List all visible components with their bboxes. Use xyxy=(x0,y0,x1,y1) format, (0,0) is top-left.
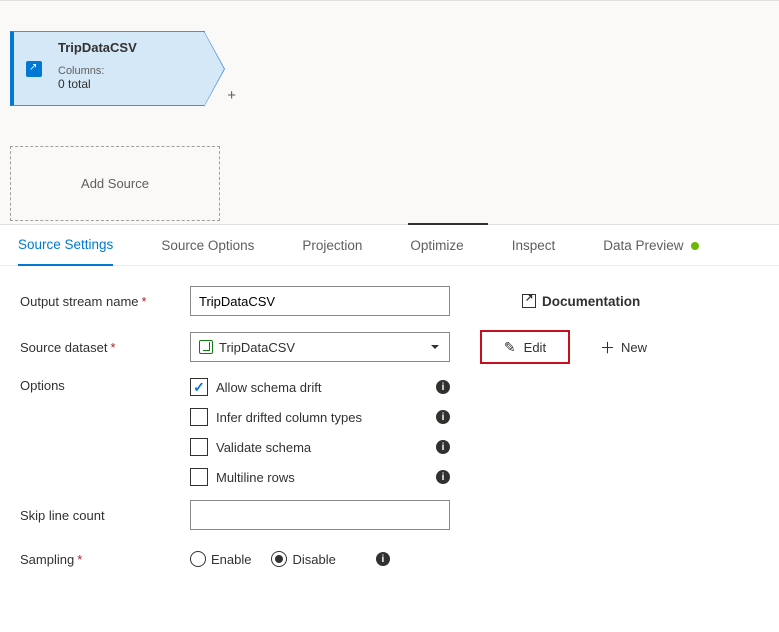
info-icon[interactable]: i xyxy=(436,380,450,394)
multiline-rows-checkbox[interactable] xyxy=(190,468,208,486)
external-link-icon xyxy=(522,294,536,308)
allow-schema-drift-label: Allow schema drift xyxy=(216,380,321,395)
source-node[interactable]: + TripDataCSV Columns: 0 total xyxy=(10,31,205,106)
sampling-disable-radio[interactable] xyxy=(271,551,287,567)
source-node-columns-label: Columns: xyxy=(58,65,200,77)
tab-projection[interactable]: Projection xyxy=(302,226,362,265)
dataset-icon xyxy=(199,340,213,354)
multiline-rows-label: Multiline rows xyxy=(216,470,295,485)
source-dataset-label: Source dataset* xyxy=(20,340,190,355)
sampling-enable-radio[interactable] xyxy=(190,551,206,567)
skip-line-count-input[interactable] xyxy=(190,500,450,530)
validate-schema-checkbox[interactable] xyxy=(190,438,208,456)
validate-schema-label: Validate schema xyxy=(216,440,311,455)
settings-tabs: Source Settings Source Options Projectio… xyxy=(0,225,779,266)
add-source-label: Add Source xyxy=(81,176,149,191)
add-source-button[interactable]: Add Source xyxy=(10,146,220,221)
infer-column-types-checkbox[interactable] xyxy=(190,408,208,426)
source-node-title: TripDataCSV xyxy=(58,40,200,55)
tab-inspect[interactable]: Inspect xyxy=(512,226,556,265)
skip-line-count-label: Skip line count xyxy=(20,508,190,523)
output-stream-name-label: Output stream name* xyxy=(20,294,190,309)
documentation-link[interactable]: Documentation xyxy=(522,294,640,309)
info-icon[interactable]: i xyxy=(436,440,450,454)
tab-source-settings[interactable]: Source Settings xyxy=(18,225,113,266)
pencil-icon xyxy=(504,339,516,356)
edit-dataset-button[interactable]: Edit xyxy=(480,330,570,364)
plus-icon: ＋ xyxy=(600,337,615,358)
add-step-icon[interactable]: + xyxy=(227,87,236,104)
data-preview-status-dot xyxy=(691,242,699,250)
infer-column-types-label: Infer drifted column types xyxy=(216,410,362,425)
info-icon[interactable]: i xyxy=(436,470,450,484)
info-icon[interactable]: i xyxy=(376,552,390,566)
allow-schema-drift-checkbox[interactable] xyxy=(190,378,208,396)
sampling-label: Sampling* xyxy=(20,552,190,567)
source-dataset-select[interactable]: TripDataCSV xyxy=(190,332,450,362)
source-node-columns-value: 0 total xyxy=(58,77,200,91)
output-stream-name-input[interactable] xyxy=(190,286,450,316)
source-settings-panel: Output stream name* Documentation Source… xyxy=(0,266,779,608)
tab-source-options[interactable]: Source Options xyxy=(161,226,254,265)
new-dataset-button[interactable]: ＋ New xyxy=(600,337,647,358)
source-node-icon xyxy=(14,32,54,105)
data-flow-canvas[interactable]: + TripDataCSV Columns: 0 total Add Sourc… xyxy=(0,0,779,225)
info-icon[interactable]: i xyxy=(436,410,450,424)
options-label: Options xyxy=(20,378,190,393)
chevron-down-icon xyxy=(431,345,439,349)
tab-optimize[interactable]: Optimize xyxy=(410,226,463,265)
tab-data-preview[interactable]: Data Preview xyxy=(603,226,699,265)
